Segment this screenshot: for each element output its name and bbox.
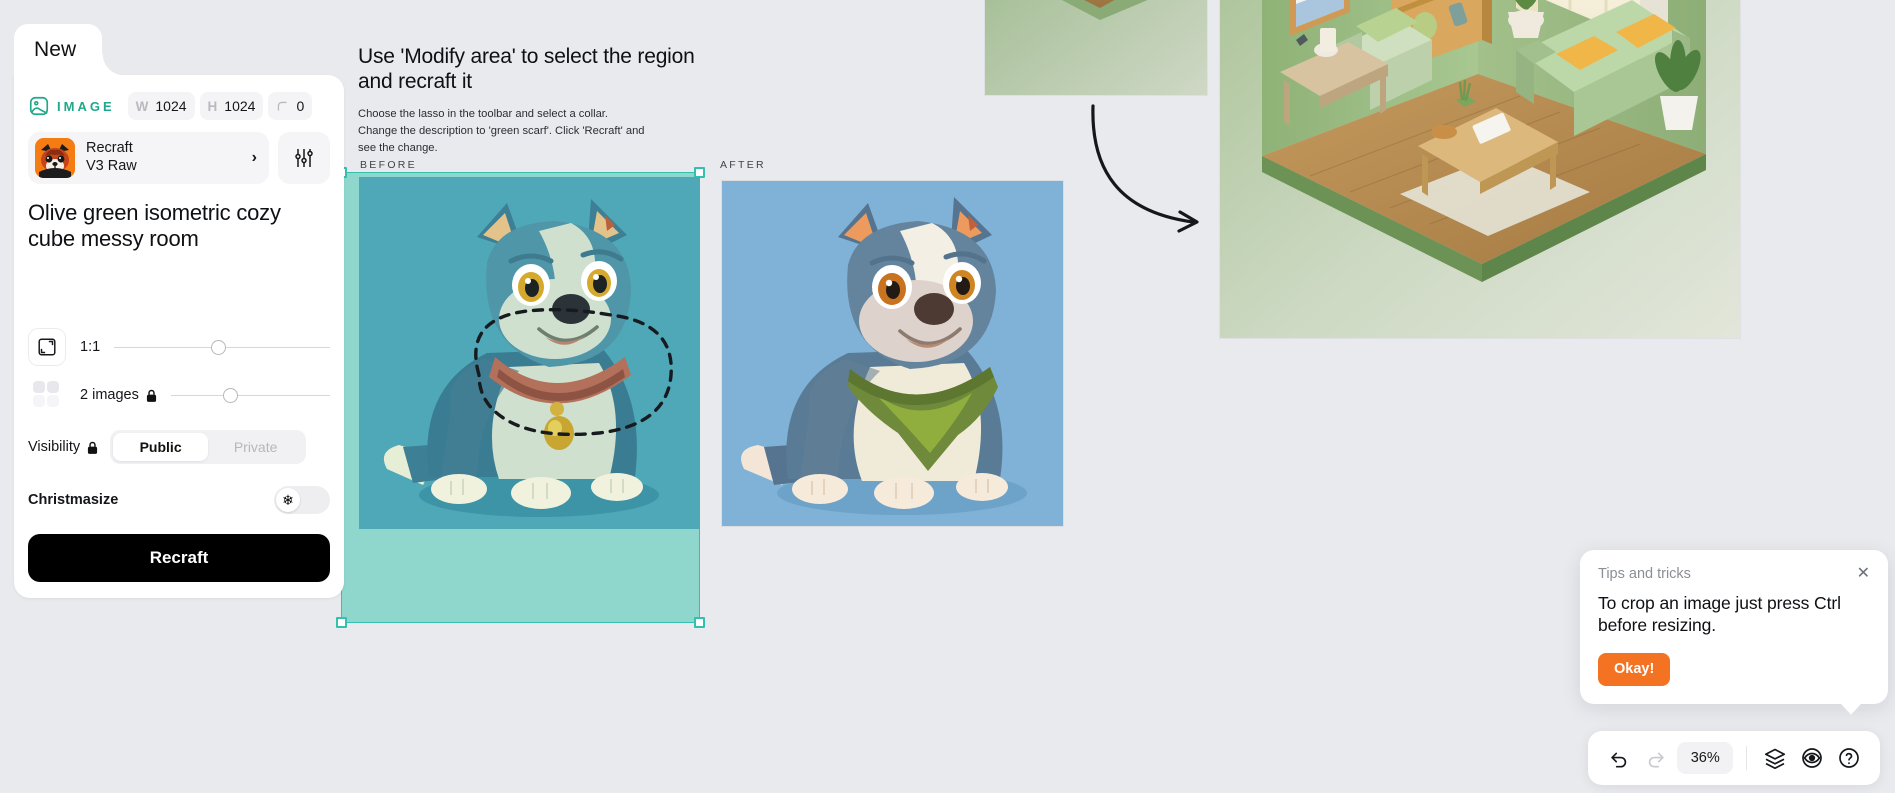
isometric-room-small-art <box>985 0 1207 95</box>
undo-button[interactable] <box>1604 740 1635 776</box>
visibility-segmented-control[interactable]: Public Private <box>110 430 307 464</box>
question-circle-icon <box>1838 748 1859 768</box>
aspect-ratio-icon <box>38 338 56 356</box>
image-type-chip: IMAGE <box>28 92 123 120</box>
visibility-option-private[interactable]: Private <box>208 433 303 461</box>
image-count-slider[interactable] <box>170 385 330 405</box>
layers-button[interactable] <box>1760 740 1791 776</box>
christmasize-label: Christmasize <box>28 492 119 508</box>
eye-icon <box>1802 748 1822 768</box>
christmasize-row: Christmasize ❄ <box>28 486 330 514</box>
close-icon[interactable]: ✕ <box>1857 566 1870 582</box>
before-label: BEFORE <box>360 159 417 171</box>
preview-button[interactable] <box>1797 740 1828 776</box>
sliders-icon <box>295 149 313 167</box>
width-key: W <box>135 98 149 114</box>
model-row: Recraft V3 Raw › <box>28 132 330 184</box>
zoom-level-button[interactable]: 36% <box>1677 742 1734 774</box>
aspect-ratio-button[interactable] <box>28 328 66 366</box>
toolbar-divider <box>1746 746 1748 770</box>
image-count-text: 2 images <box>80 387 139 403</box>
red-panda-avatar <box>35 138 75 178</box>
model-name-line2: V3 Raw <box>86 158 137 174</box>
resize-handle-bottom-left[interactable] <box>336 617 347 628</box>
prompt-text[interactable]: Olive green isometric cozy cube messy ro… <box>28 200 330 318</box>
slider-knob[interactable] <box>211 339 227 355</box>
generation-panel-card: IMAGE W 1024 H 1024 0 Recraft V3 Raw › O… <box>14 75 344 598</box>
slider-track <box>170 394 330 396</box>
rotation-field[interactable]: 0 <box>268 92 313 120</box>
image-meta-row: IMAGE W 1024 H 1024 0 <box>28 91 330 121</box>
tab-new-label: New <box>34 38 77 61</box>
visibility-label-group: Visibility <box>28 439 98 455</box>
recraft-app-window: Use 'Modify area' to select the region a… <box>0 0 1895 793</box>
height-key: H <box>207 98 218 114</box>
help-button[interactable] <box>1833 740 1864 776</box>
model-name: Recraft V3 Raw <box>86 140 241 175</box>
width-value: 1024 <box>155 98 187 114</box>
undo-arrow-icon <box>1611 752 1627 768</box>
canvas-toolbar: 36% <box>1588 731 1880 785</box>
tips-body: To crop an image just press Ctrl before … <box>1598 593 1841 636</box>
model-name-line1: Recraft <box>86 140 133 157</box>
snowflake-icon: ❄ <box>276 488 300 512</box>
grid-four-icon <box>33 381 59 407</box>
lock-icon <box>88 441 98 454</box>
height-value: 1024 <box>224 98 256 114</box>
instruction-block: Use 'Modify area' to select the region a… <box>358 44 698 157</box>
red-panda-avatar-art <box>35 138 75 178</box>
image-count-label: 2 images <box>80 387 157 403</box>
tips-okay-button[interactable]: Okay! <box>1598 652 1671 686</box>
width-field[interactable]: W 1024 <box>127 92 195 120</box>
height-field[interactable]: H 1024 <box>199 92 264 120</box>
isometric-room-large-art <box>1220 0 1740 338</box>
lock-icon <box>146 389 156 402</box>
before-image[interactable] <box>359 177 700 529</box>
tab-new[interactable]: New <box>14 24 124 76</box>
before-dog-art <box>359 177 700 529</box>
tips-header: Tips and tricks ✕ <box>1598 566 1870 583</box>
isometric-room-large[interactable] <box>1220 0 1740 338</box>
isometric-room-thumbnail[interactable] <box>985 0 1207 95</box>
christmasize-toggle[interactable]: ❄ <box>274 486 330 514</box>
curved-arrow-icon <box>1091 104 1199 233</box>
slider-knob[interactable] <box>223 387 239 403</box>
aspect-ratio-label: 1:1 <box>80 339 101 355</box>
generation-panel: New IMAGE W 1024 H 1024 0 Recraft V3 Raw… <box>14 24 344 598</box>
layers-icon <box>1765 748 1786 770</box>
tips-popover: Tips and tricks ✕ To crop an image just … <box>1580 550 1888 715</box>
image-count-row: 2 images <box>28 376 330 414</box>
redo-button[interactable] <box>1641 740 1672 776</box>
chevron-right-icon: › <box>251 149 257 166</box>
visibility-label: Visibility <box>28 439 81 455</box>
rotation-icon <box>278 101 287 111</box>
resize-handle-bottom-right[interactable] <box>694 617 705 628</box>
after-dog-art <box>722 181 1063 526</box>
after-label: AFTER <box>720 159 766 171</box>
model-selector[interactable]: Recraft V3 Raw › <box>28 132 269 184</box>
instruction-body: Choose the lasso in the toolbar and sele… <box>358 108 645 154</box>
tips-title: Tips and tricks <box>1598 566 1691 582</box>
image-count-button[interactable] <box>28 376 66 414</box>
aspect-ratio-slider[interactable] <box>114 337 330 357</box>
visibility-option-public[interactable]: Public <box>113 433 209 461</box>
image-icon <box>29 96 49 116</box>
after-image[interactable] <box>722 181 1063 526</box>
visibility-row: Visibility Public Private <box>28 430 330 464</box>
aspect-ratio-row: 1:1 <box>28 328 330 366</box>
image-type-label: IMAGE <box>57 98 115 114</box>
recraft-submit-button[interactable]: Recraft <box>28 534 330 582</box>
rotation-value: 0 <box>296 98 305 114</box>
model-settings-button[interactable] <box>278 132 330 184</box>
instruction-title: Use 'Modify area' to select the region a… <box>358 45 695 94</box>
redo-arrow-icon <box>1648 752 1664 768</box>
